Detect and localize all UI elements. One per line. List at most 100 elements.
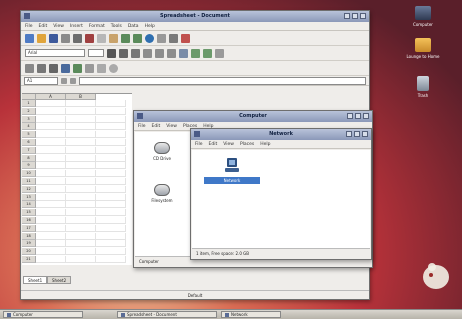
grid-cell[interactable] — [66, 162, 96, 170]
underline-icon[interactable] — [131, 48, 140, 58]
ellipse-icon[interactable] — [109, 63, 118, 73]
grid-cell[interactable] — [66, 201, 96, 209]
close-button[interactable] — [360, 13, 366, 19]
grid-cell[interactable] — [96, 240, 126, 248]
undo-icon[interactable] — [121, 33, 130, 43]
grid-cell[interactable] — [66, 185, 96, 193]
grid-cell[interactable] — [36, 170, 66, 178]
grid-cell[interactable] — [36, 139, 66, 146]
menu-edit[interactable]: Edit — [152, 124, 161, 129]
row-header[interactable]: 1 — [22, 100, 36, 107]
grid-cell[interactable] — [96, 224, 126, 232]
function-wizard-icon[interactable] — [61, 77, 67, 84]
grid-cell[interactable] — [36, 232, 66, 240]
grid-cell[interactable] — [66, 209, 96, 217]
minimize-button[interactable] — [344, 13, 350, 19]
grid-cell[interactable] — [96, 217, 126, 224]
cut-icon[interactable] — [85, 33, 94, 43]
grid-cell[interactable] — [36, 123, 66, 131]
cd-drive-item[interactable]: CD Drive — [139, 142, 185, 161]
grid-cell[interactable] — [66, 123, 96, 131]
grid-cell[interactable] — [96, 100, 126, 107]
row-header[interactable]: 11 — [22, 178, 36, 185]
menu-format[interactable]: Format — [89, 24, 105, 29]
grid-cell[interactable] — [66, 154, 96, 162]
grid-cell[interactable] — [36, 131, 66, 139]
grid-cell[interactable] — [66, 224, 96, 232]
grid-cell[interactable] — [96, 193, 126, 201]
network-item[interactable]: Network — [204, 158, 260, 184]
grid-cell[interactable] — [66, 100, 96, 107]
desktop-icon-trash[interactable]: Trash — [403, 76, 443, 99]
grid-cell[interactable] — [36, 193, 66, 201]
italic-icon[interactable] — [119, 48, 128, 58]
menu-help[interactable]: Help — [260, 142, 270, 147]
grid-cell[interactable] — [96, 209, 126, 217]
row-header[interactable]: 15 — [22, 209, 36, 217]
grid-cell[interactable] — [66, 256, 96, 263]
grid-cell[interactable] — [96, 178, 126, 185]
desktop-icon-computer[interactable]: Computer — [403, 6, 443, 28]
currency-icon[interactable] — [191, 48, 200, 58]
grid-cell[interactable] — [66, 115, 96, 123]
preview-icon[interactable] — [73, 33, 82, 43]
grid-cell[interactable] — [36, 146, 66, 154]
close-button[interactable] — [363, 113, 369, 119]
menu-tools[interactable]: Tools — [111, 24, 122, 29]
borders-icon[interactable] — [215, 48, 224, 58]
grid-cell[interactable] — [96, 131, 126, 139]
image-icon[interactable] — [73, 63, 82, 73]
grid-cell[interactable] — [36, 107, 66, 115]
menu-file[interactable]: File — [25, 24, 33, 29]
grid-cell[interactable] — [96, 115, 126, 123]
grid-cell[interactable] — [96, 185, 126, 193]
formula-input[interactable] — [79, 76, 366, 85]
pencil-icon[interactable] — [37, 63, 46, 73]
desktop-icon-home[interactable]: Lounge to Home — [403, 38, 443, 60]
row-header[interactable]: 6 — [22, 139, 36, 146]
bold-icon[interactable] — [107, 48, 116, 58]
merge-icon[interactable] — [179, 48, 188, 58]
sort-icon[interactable] — [169, 33, 178, 43]
sum-icon[interactable] — [70, 77, 76, 84]
grid-cell[interactable] — [36, 240, 66, 248]
row-header[interactable]: 21 — [22, 256, 36, 263]
row-header[interactable]: 20 — [22, 248, 36, 256]
row-header[interactable]: 9 — [22, 162, 36, 170]
grid-cell[interactable] — [36, 162, 66, 170]
grid-cell[interactable] — [36, 115, 66, 123]
text-icon[interactable] — [61, 63, 70, 73]
row-header[interactable]: 14 — [22, 201, 36, 209]
sheet-tab-2[interactable]: Sheet2 — [47, 276, 72, 284]
copy-icon[interactable] — [97, 33, 106, 43]
grid-cell[interactable] — [36, 100, 66, 107]
spreadsheet-grid[interactable]: A B 1 2 3 4 5 6 7 8 9 10 11 12 13 14 15 16 17 18 19 20 21 — [22, 93, 132, 265]
computer-titlebar[interactable]: Computer — [134, 111, 372, 122]
grid-cell[interactable] — [36, 217, 66, 224]
grid-cell[interactable] — [66, 107, 96, 115]
grid-cell[interactable] — [66, 131, 96, 139]
row-header[interactable]: 17 — [22, 224, 36, 232]
maximize-button[interactable] — [354, 131, 360, 137]
grid-cell[interactable] — [66, 178, 96, 185]
network-titlebar[interactable]: Network — [191, 129, 371, 140]
taskbar-button-network[interactable]: Network — [221, 311, 281, 318]
grid-cell[interactable] — [96, 248, 126, 256]
row-header[interactable]: 2 — [22, 107, 36, 115]
rectangle-icon[interactable] — [97, 63, 106, 73]
print-icon[interactable] — [61, 33, 70, 43]
row-header[interactable]: 12 — [22, 185, 36, 193]
menu-edit[interactable]: Edit — [39, 24, 48, 29]
menu-places[interactable]: Places — [240, 142, 254, 147]
redo-icon[interactable] — [133, 33, 142, 43]
grid-cell[interactable] — [96, 232, 126, 240]
table-icon[interactable] — [157, 33, 166, 43]
row-header[interactable]: 10 — [22, 170, 36, 178]
row-header[interactable]: 18 — [22, 232, 36, 240]
grid-cell[interactable] — [36, 209, 66, 217]
grid-cell[interactable] — [66, 232, 96, 240]
filesystem-item[interactable]: Filesystem — [139, 184, 185, 203]
row-header[interactable]: 19 — [22, 240, 36, 248]
grid-cell[interactable] — [36, 185, 66, 193]
row-header[interactable]: 5 — [22, 131, 36, 139]
